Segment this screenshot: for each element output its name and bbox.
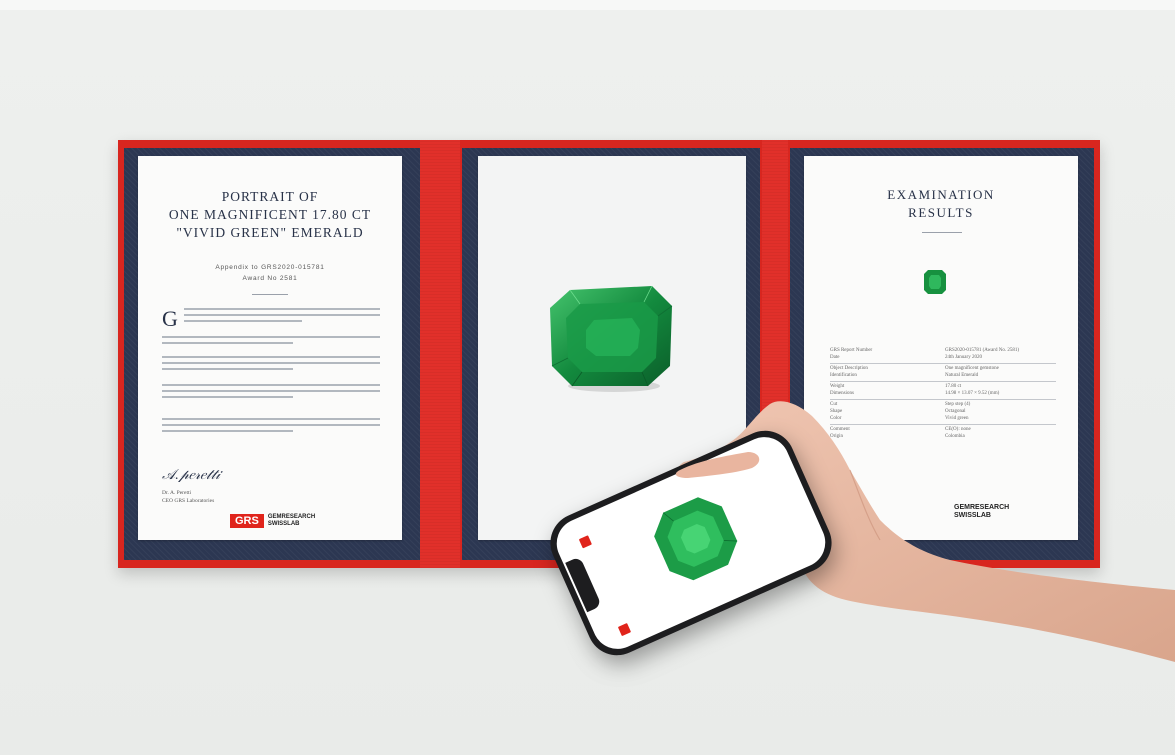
hand-fingers: [675, 452, 760, 478]
